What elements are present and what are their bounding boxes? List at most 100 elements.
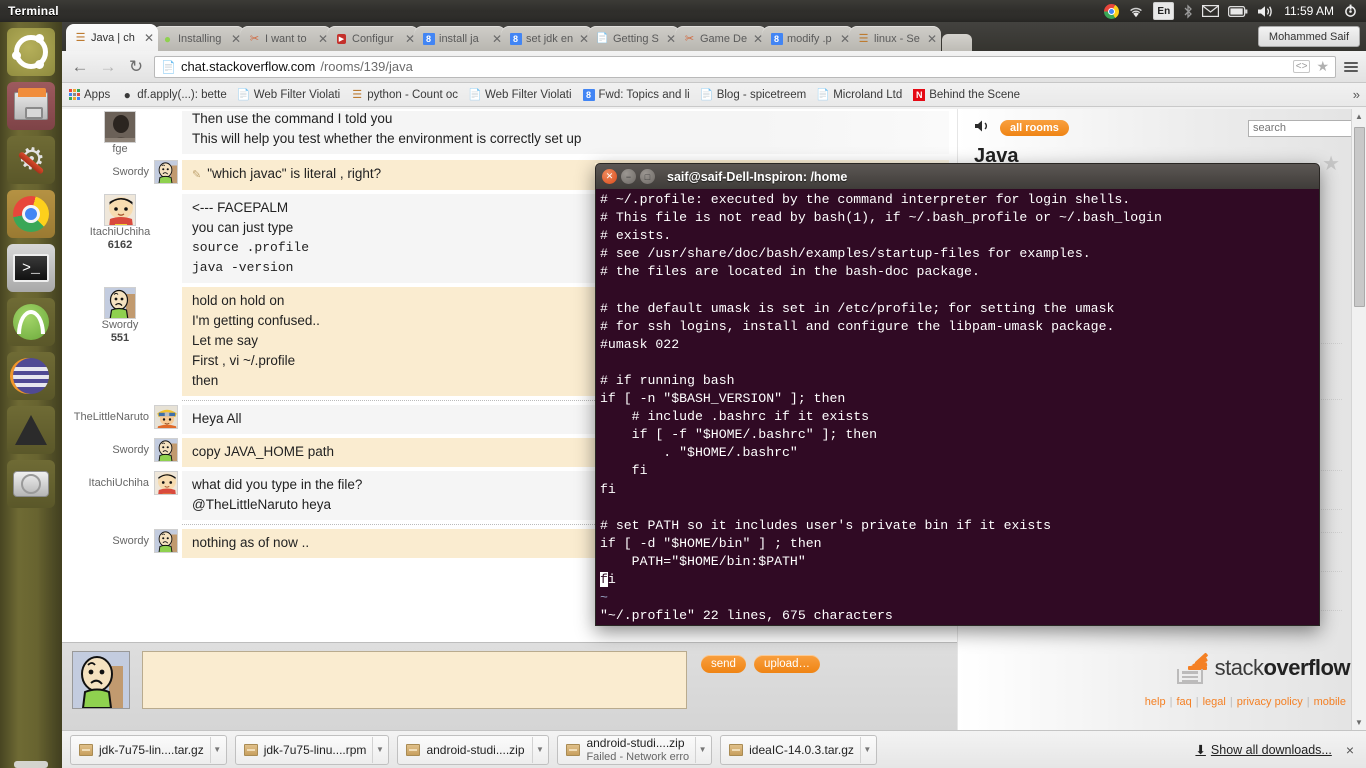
tab-close-icon[interactable]: ✕: [927, 32, 937, 46]
maximize-icon[interactable]: □: [640, 169, 655, 184]
avatar[interactable]: [154, 529, 178, 553]
chat-message-input[interactable]: [142, 651, 687, 709]
upload-button[interactable]: upload…: [753, 655, 820, 673]
close-shelf-button[interactable]: ×: [1346, 742, 1354, 758]
launcher-item-system-settings[interactable]: ⚙: [7, 136, 55, 184]
new-tab-button[interactable]: [942, 34, 972, 51]
close-icon[interactable]: ✕: [602, 169, 617, 184]
bookmark-star-icon[interactable]: ★: [1316, 58, 1329, 75]
download-item[interactable]: ideaIC-14.0.3.tar.gz ▼: [720, 734, 877, 765]
chat-message[interactable]: fge Again: modify your profile or .bashrc…: [62, 109, 957, 158]
forward-button[interactable]: →: [98, 57, 118, 77]
chrome-profile-chip[interactable]: Mohammed Saif: [1257, 26, 1360, 47]
avatar[interactable]: [154, 438, 178, 462]
message-signature[interactable]: Swordy: [62, 529, 182, 553]
terminal-window[interactable]: ✕ − □ saif@saif-Dell-Inspiron: /home # ~…: [595, 163, 1320, 626]
code-view-icon[interactable]: <>: [1292, 60, 1311, 73]
bookmarks-overflow-icon[interactable]: »: [1353, 87, 1360, 102]
message-username[interactable]: Swordy: [102, 319, 139, 332]
launcher-item-android-studio[interactable]: [7, 298, 55, 346]
bookmark-item[interactable]: 📄 Web Filter Violati: [237, 89, 340, 102]
avatar[interactable]: [104, 287, 136, 319]
bookmark-item[interactable]: N Behind the Scene: [913, 88, 1020, 101]
sound-icon[interactable]: [974, 119, 992, 137]
volume-icon[interactable]: [1257, 2, 1275, 20]
mail-icon[interactable]: [1202, 2, 1220, 20]
scrollbar-thumb[interactable]: [1354, 127, 1365, 307]
message-username[interactable]: Swordy: [112, 166, 149, 179]
message-signature[interactable]: Swordy 551: [62, 287, 182, 344]
bluetooth-icon[interactable]: [1183, 2, 1193, 20]
all-rooms-button[interactable]: all rooms: [1000, 120, 1069, 136]
browser-tab[interactable]: ▶ Configur ✕: [327, 26, 419, 51]
download-item[interactable]: jdk-7u75-lin....tar.gz ▼: [70, 734, 227, 765]
clock[interactable]: 11:59 AM: [1284, 2, 1334, 20]
download-item[interactable]: jdk-7u75-linu....rpm ▼: [234, 734, 390, 765]
avatar[interactable]: [154, 471, 178, 495]
chrome-icon[interactable]: [1104, 2, 1120, 20]
download-menu-caret-icon[interactable]: ▼: [532, 736, 546, 763]
sidebar-search-input[interactable]: [1248, 119, 1354, 137]
page-scrollbar[interactable]: ▲ ▼: [1351, 109, 1366, 730]
chrome-menu-icon[interactable]: [1344, 61, 1358, 72]
send-button[interactable]: send: [701, 655, 746, 673]
browser-tab[interactable]: ✂ Game De ✕: [675, 26, 767, 51]
bookmark-item[interactable]: 📄 Microland Ltd: [816, 89, 902, 102]
message-signature[interactable]: Swordy: [62, 438, 182, 462]
message-username[interactable]: TheLittleNaruto: [74, 411, 149, 424]
wifi-icon[interactable]: [1128, 2, 1144, 20]
footer-link[interactable]: mobile: [1314, 696, 1346, 708]
download-menu-caret-icon[interactable]: ▼: [209, 736, 224, 763]
bookmark-item[interactable]: 📄 Web Filter Violati: [468, 89, 571, 102]
bookmark-item[interactable]: Apps: [68, 89, 110, 101]
tab-close-icon[interactable]: ✕: [144, 31, 154, 45]
message-signature[interactable]: Swordy: [62, 160, 182, 184]
message-username[interactable]: fge: [112, 143, 127, 156]
scroll-down-arrow[interactable]: ▼: [1352, 715, 1366, 730]
download-menu-caret-icon[interactable]: ▼: [859, 736, 874, 763]
scroll-up-arrow[interactable]: ▲: [1352, 109, 1366, 124]
launcher-item-google-chrome[interactable]: [7, 190, 55, 238]
message-username[interactable]: ItachiUchiha: [88, 477, 149, 490]
reload-button[interactable]: ↻: [126, 57, 146, 77]
terminal-output[interactable]: # ~/.profile: executed by the command in…: [595, 189, 1320, 626]
download-menu-caret-icon[interactable]: ▼: [695, 736, 709, 763]
browser-tab[interactable]: ● Installing ✕: [153, 26, 245, 51]
browser-tab[interactable]: ☰ linux - Se ✕: [849, 26, 941, 51]
terminal-titlebar[interactable]: ✕ − □ saif@saif-Dell-Inspiron: /home: [595, 163, 1320, 189]
download-menu-caret-icon[interactable]: ▼: [372, 736, 386, 763]
bookmark-item[interactable]: ☰ python - Count oc: [351, 89, 458, 102]
browser-tab[interactable]: 8 set jdk en ✕: [501, 26, 593, 51]
avatar[interactable]: [104, 111, 136, 143]
browser-tab[interactable]: 8 modify .p ✕: [762, 26, 854, 51]
download-item[interactable]: android-studi....zip ▼: [397, 734, 550, 765]
launcher-item-files[interactable]: [7, 82, 55, 130]
message-username[interactable]: ItachiUchiha: [90, 226, 151, 239]
message-username[interactable]: Swordy: [112, 444, 149, 457]
battery-icon[interactable]: [1228, 2, 1248, 20]
message-signature[interactable]: TheLittleNaruto: [62, 405, 182, 429]
address-bar[interactable]: 📄 chat.stackoverflow.com/rooms/139/java …: [154, 55, 1336, 78]
bookmark-item[interactable]: 📄 Blog - spicetreem: [700, 89, 806, 102]
browser-tab[interactable]: ✂ I want to ✕: [240, 26, 332, 51]
bookmark-item[interactable]: ● df.apply(...): bette: [121, 88, 227, 102]
launcher-item-eclipse[interactable]: [7, 352, 55, 400]
message-signature[interactable]: fge: [62, 111, 182, 156]
footer-link[interactable]: privacy policy: [1237, 696, 1303, 708]
minimize-icon[interactable]: −: [621, 169, 636, 184]
power-gear-icon[interactable]: [1343, 2, 1358, 20]
browser-tab[interactable]: 📄 Getting S ✕: [588, 26, 680, 51]
bookmark-item[interactable]: 8 Fwd: Topics and li: [582, 88, 690, 101]
launcher-item-inkscape[interactable]: [7, 406, 55, 454]
footer-link[interactable]: legal: [1203, 696, 1226, 708]
show-all-downloads-link[interactable]: ⬇ Show all downloads...: [1195, 742, 1331, 758]
message-username[interactable]: Swordy: [112, 535, 149, 548]
keyboard-layout-indicator[interactable]: En: [1153, 2, 1175, 20]
launcher-item-disk-utility[interactable]: [7, 460, 55, 508]
browser-tab[interactable]: 8 install ja ✕: [414, 26, 506, 51]
footer-link[interactable]: help: [1145, 696, 1166, 708]
launcher-item-trash[interactable]: [7, 758, 55, 768]
message-body[interactable]: Again: modify your profile or .bashrc wi…: [182, 111, 949, 154]
launcher-item-terminal[interactable]: >_: [7, 244, 55, 292]
message-signature[interactable]: ItachiUchiha 6162: [62, 194, 182, 251]
